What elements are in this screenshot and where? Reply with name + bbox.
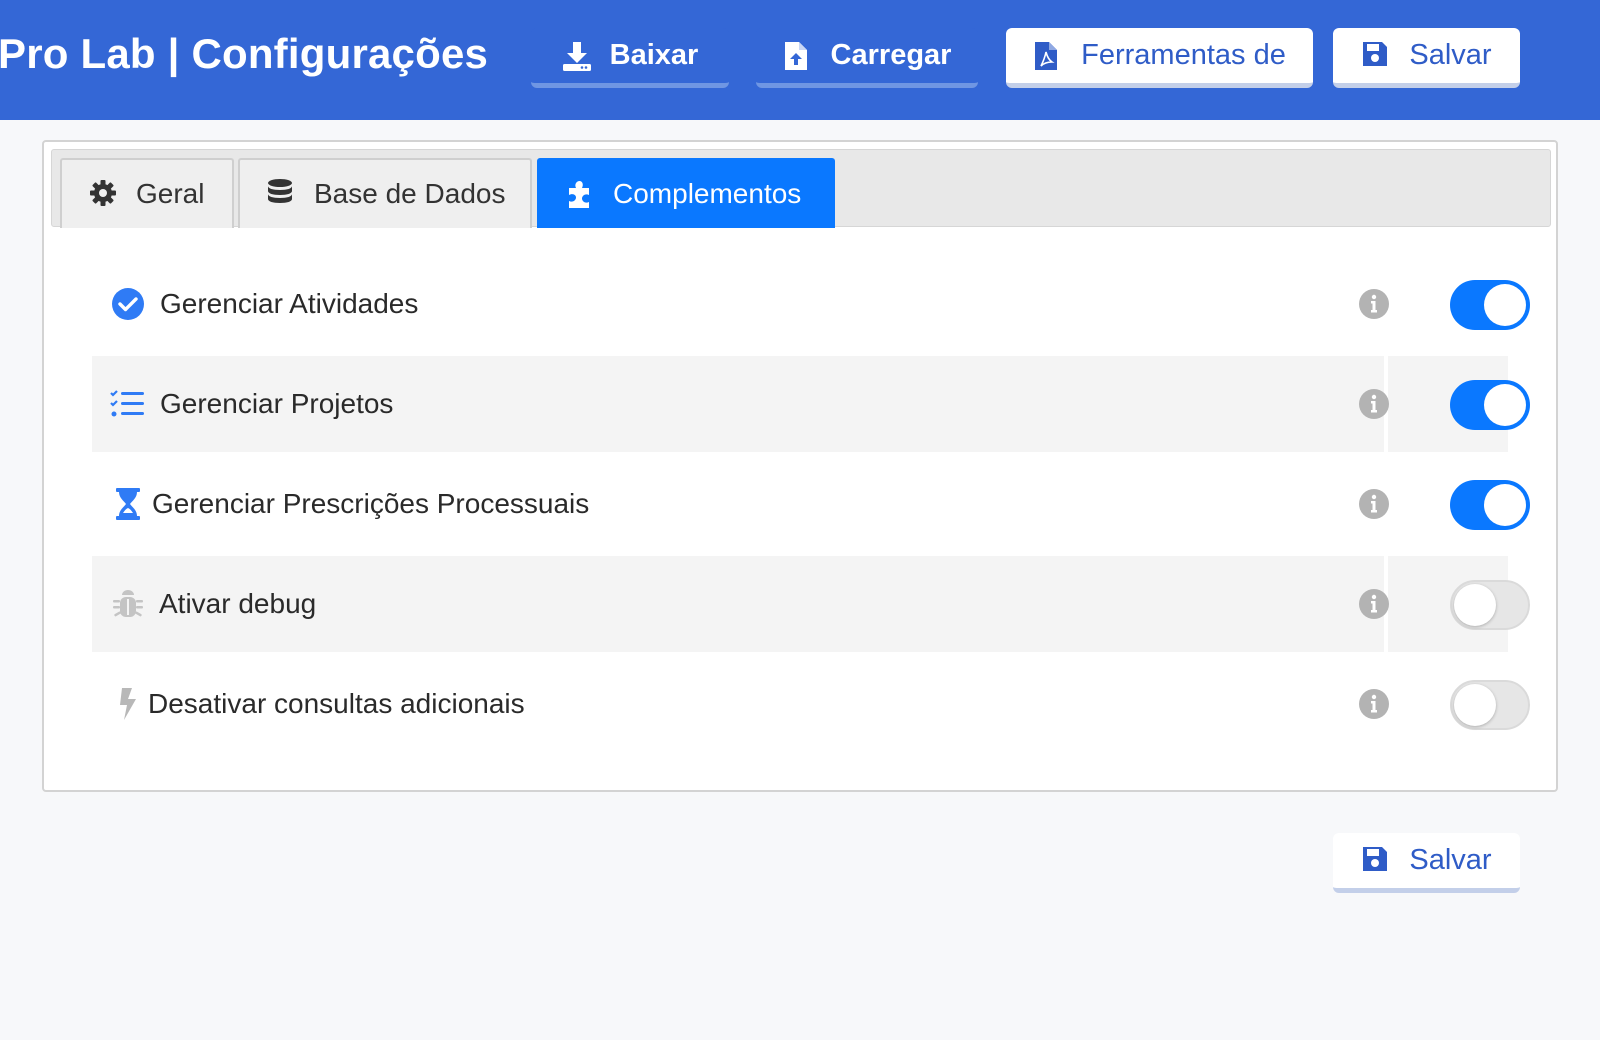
download-button-label: Baixar: [609, 39, 699, 71]
save-button-top-label: Salvar: [1409, 39, 1492, 71]
database-icon: [266, 178, 298, 210]
pdf-tools-button-label: Ferramentas de: [1081, 39, 1286, 71]
info-icon[interactable]: [1358, 488, 1390, 520]
tab-geral-label: Geral: [136, 178, 205, 209]
toggle-gerenciar-projetos[interactable]: [1450, 380, 1530, 430]
toggle-ativar-debug[interactable]: [1450, 580, 1530, 630]
toggle-knob: [1484, 284, 1526, 326]
check-circle-icon: [110, 286, 146, 322]
save-button-bottom[interactable]: Salvar: [1333, 833, 1520, 893]
toggle-knob: [1484, 484, 1526, 526]
save-button-bottom-label: Salvar: [1409, 844, 1492, 876]
setting-row-desativar-consultas: Desativar consultas adicionais: [92, 656, 1530, 756]
task-list-icon: [110, 386, 146, 422]
gear-icon: [88, 178, 120, 210]
info-icon[interactable]: [1358, 288, 1390, 320]
info-icon[interactable]: [1358, 588, 1390, 620]
toggle-knob: [1484, 384, 1526, 426]
info-icon[interactable]: [1358, 388, 1390, 420]
setting-label: Desativar consultas adicionais: [148, 688, 525, 719]
tab-bar: Geral Base de Dados Complementos: [51, 149, 1551, 228]
tab-base-label: Base de Dados: [314, 178, 506, 209]
hourglass-icon: [110, 486, 146, 522]
toggle-desativar-consultas[interactable]: [1450, 680, 1530, 730]
page-title: Pro Lab | Configurações: [0, 30, 489, 77]
upload-button-label: Carregar: [830, 39, 952, 71]
pdf-tools-button[interactable]: Ferramentas de: [1006, 28, 1313, 88]
bug-icon: [110, 586, 146, 622]
setting-label: Gerenciar Prescrições Processuais: [152, 488, 590, 519]
setting-label: Gerenciar Projetos: [160, 388, 394, 419]
settings-list: Gerenciar Atividades Gerenciar Projetos: [92, 256, 1530, 756]
toggle-gerenciar-prescricoes[interactable]: [1450, 480, 1530, 530]
top-header: Pro Lab | Configurações Baixar Carregar …: [0, 0, 1600, 120]
setting-label: Ativar debug: [159, 588, 317, 619]
download-icon: [562, 40, 592, 72]
floppy-disk-icon: [1361, 40, 1391, 72]
puzzle-icon: [565, 178, 597, 210]
setting-row-gerenciar-prescricoes: Gerenciar Prescrições Processuais: [92, 456, 1530, 556]
setting-row-gerenciar-atividades: Gerenciar Atividades: [92, 256, 1530, 356]
setting-label: Gerenciar Atividades: [160, 288, 419, 319]
toggle-knob: [1454, 684, 1496, 726]
upload-button[interactable]: Carregar: [756, 28, 978, 88]
setting-row-gerenciar-projetos: Gerenciar Projetos: [92, 356, 1530, 456]
tab-complementos[interactable]: Complementos: [537, 158, 835, 228]
toggle-knob: [1454, 584, 1496, 626]
tab-complementos-label: Complementos: [613, 178, 802, 209]
save-button-top[interactable]: Salvar: [1333, 28, 1520, 88]
info-icon[interactable]: [1358, 688, 1390, 720]
tab-base-de-dados[interactable]: Base de Dados: [238, 158, 532, 228]
download-button[interactable]: Baixar: [531, 28, 729, 88]
floppy-disk-icon: [1361, 845, 1391, 877]
settings-panel: Geral Base de Dados Complementos Gerenci…: [42, 140, 1558, 792]
lightning-icon: [110, 686, 146, 722]
file-pdf-icon: [1033, 40, 1063, 72]
setting-row-ativar-debug: Ativar debug: [92, 556, 1530, 656]
toggle-gerenciar-atividades[interactable]: [1450, 280, 1530, 330]
tab-geral[interactable]: Geral: [60, 158, 234, 228]
file-upload-icon: [783, 40, 813, 72]
